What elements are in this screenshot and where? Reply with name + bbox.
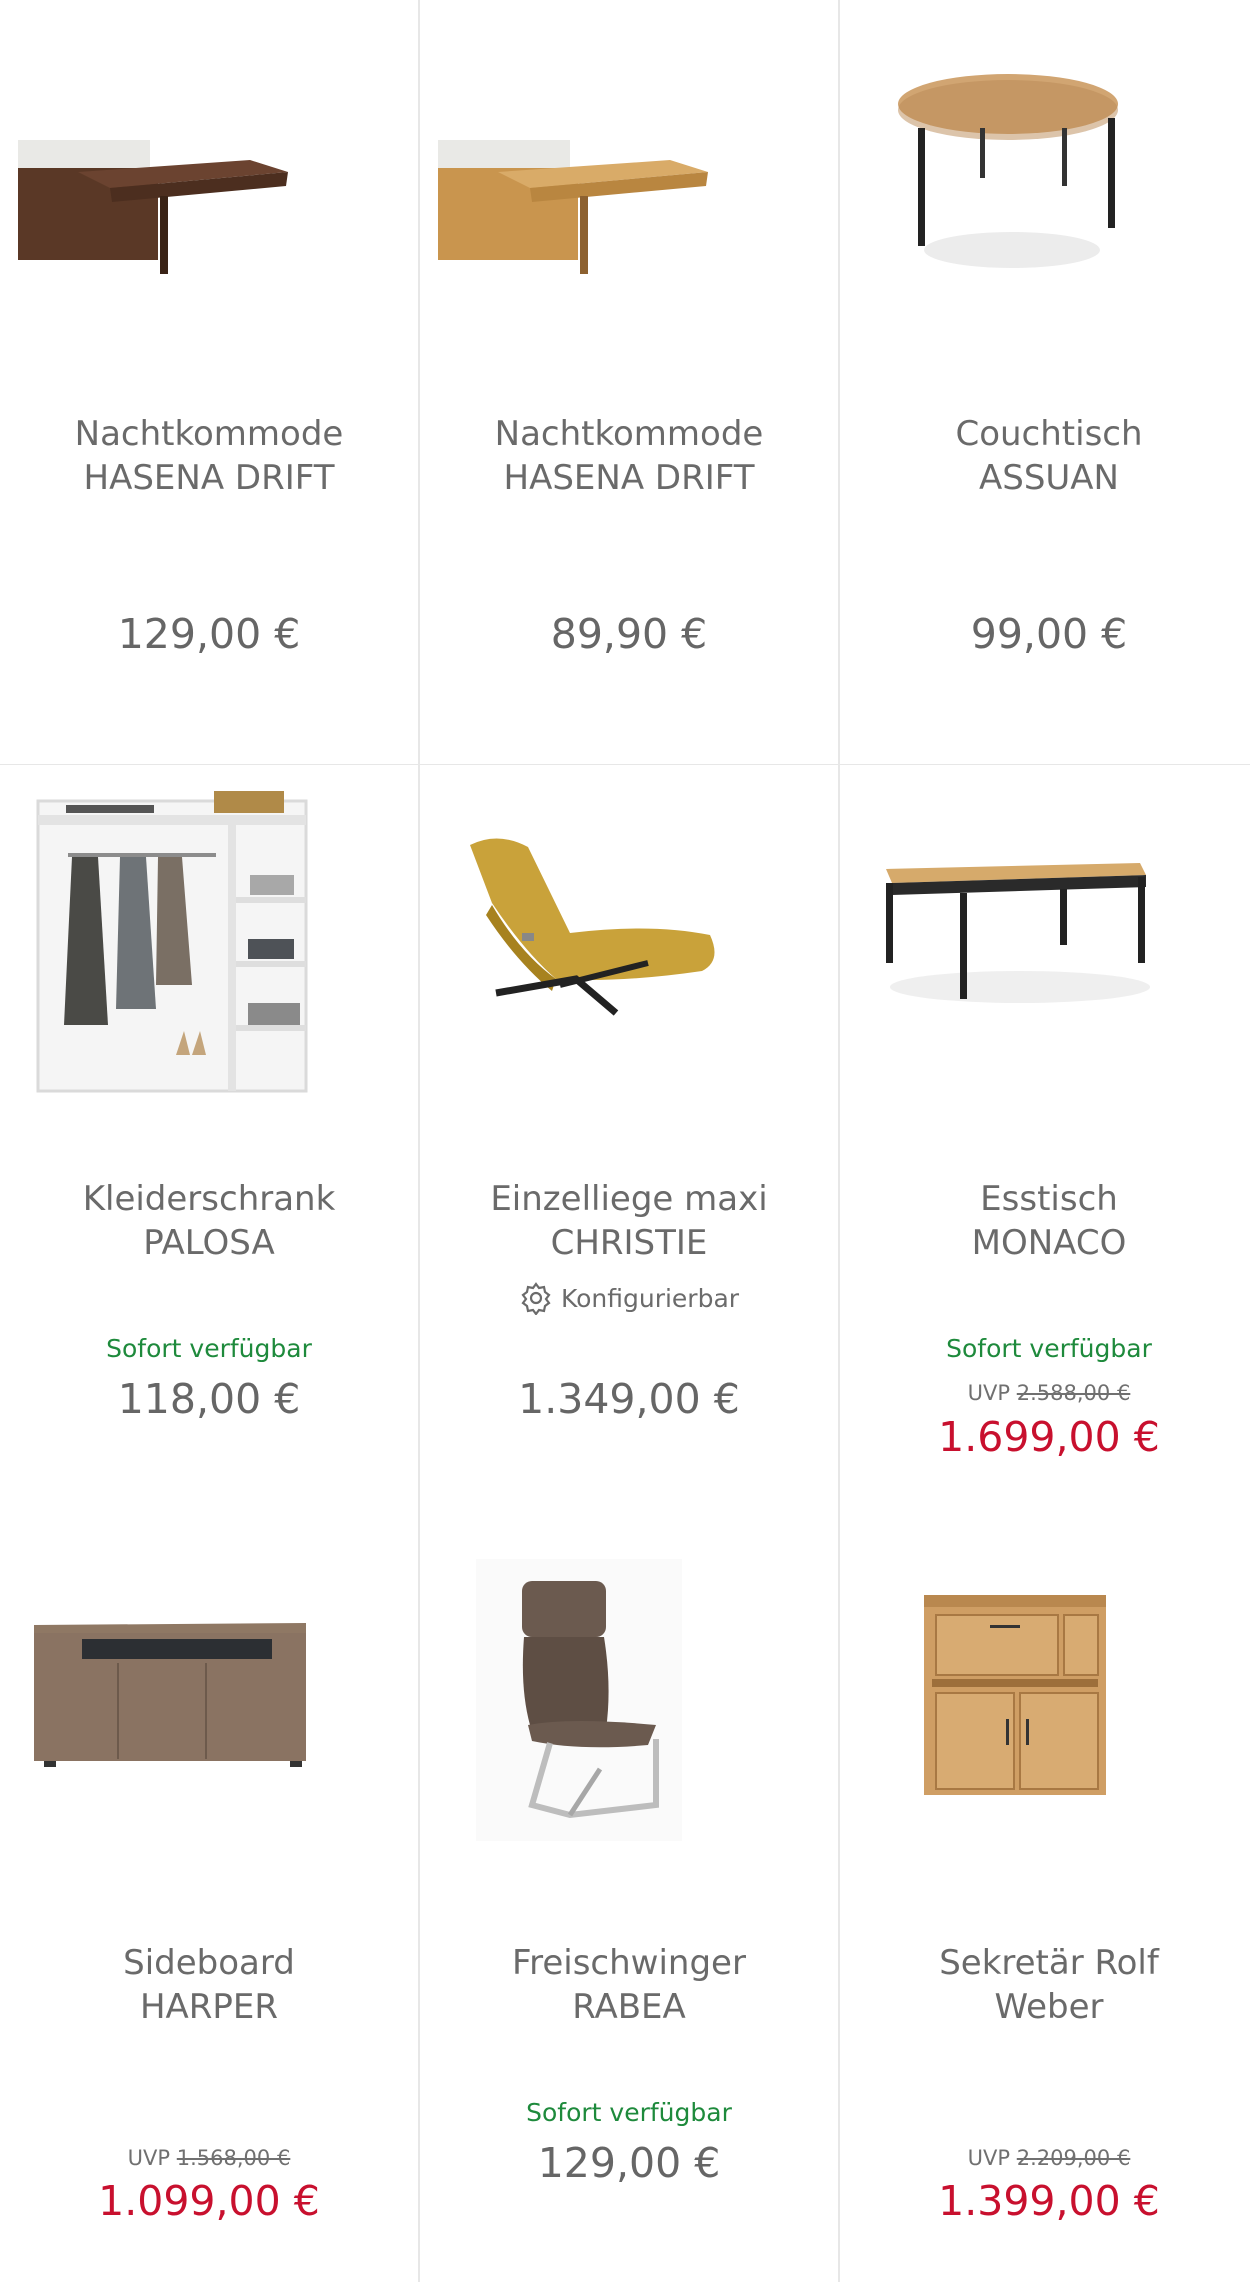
product-card[interactable]: Freischwinger RABEA Sofort verfügbar 129… [420,1529,838,2293]
product-title-line2: CHRISTIE [550,1223,708,1263]
product-price: 1.349,00 € [518,1375,740,1423]
product-price: 129,00 € [117,610,301,658]
availability-badge: Sofort verfügbar [946,1334,1152,1363]
product-title-line1: Freischwinger [512,1943,746,1983]
configurable-label[interactable]: Konfigurierbar [420,1281,838,1322]
product-title-line2: RABEA [572,1987,686,2027]
product-title[interactable]: Freischwinger RABEA [430,1941,828,2029]
uvp-value: 1.568,00 € [176,2146,291,2170]
product-grid: Nachtkommode HASENA DRIFT 129,00 € Nacht… [0,0,1250,2293]
availability-badge: Sofort verfügbar [106,1334,312,1363]
product-title-line1: Nachtkommode [74,414,344,454]
product-price: 1.099,00 € [98,2177,320,2225]
product-price: 118,00 € [117,1375,301,1423]
product-title[interactable]: Nachtkommode HASENA DRIFT [10,412,408,500]
product-price: 1.699,00 € [938,1413,1160,1461]
product-title[interactable]: Sideboard HARPER [10,1941,408,2029]
product-card[interactable]: Sekretär Rolf Weber UVP 2.209,00 € 1.399… [840,1529,1250,2293]
uvp-price: UVP 1.568,00 € [0,2146,418,2170]
secretary-desk-image[interactable] [840,1529,1250,1899]
product-title[interactable]: Esstisch MONACO [850,1177,1248,1265]
uvp-label: UVP [967,1381,1011,1405]
uvp-label: UVP [967,2146,1011,2170]
uvp-price: UVP 2.209,00 € [840,2146,1250,2170]
product-title-line1: Esstisch [980,1179,1118,1219]
product-title[interactable]: Nachtkommode HASENA DRIFT [430,412,828,500]
gear-icon [521,1282,551,1315]
product-title[interactable]: Couchtisch ASSUAN [850,412,1248,500]
uvp-value: 2.588,00 € [1016,1381,1131,1405]
product-price: 99,00 € [970,610,1128,658]
product-title-line1: Nachtkommode [494,414,764,454]
product-card[interactable]: Esstisch MONACO Sofort verfügbar UVP 2.5… [840,765,1250,1529]
product-title[interactable]: Kleiderschrank PALOSA [10,1177,408,1265]
sideboard-image[interactable] [0,1529,418,1899]
round-coffee-table-image[interactable] [840,0,1250,370]
product-card[interactable]: Sideboard HARPER UVP 1.568,00 € 1.099,00… [0,1529,418,2293]
product-price: 89,90 € [550,610,708,658]
product-title[interactable]: Sekretär Rolf Weber [850,1941,1248,2029]
product-title-line1: Sideboard [123,1943,295,1983]
configurable-text: Konfigurierbar [560,1283,740,1313]
uvp-price: UVP 2.588,00 € [840,1381,1250,1405]
uvp-label: UVP [127,2146,171,2170]
oak-nightstand-image[interactable] [420,0,838,370]
product-title-line2: MONACO [971,1223,1127,1263]
product-title-line1: Couchtisch [955,414,1143,454]
product-title-line2: ASSUAN [978,458,1119,498]
product-title-line2: HASENA DRIFT [503,458,755,498]
availability-badge: Sofort verfügbar [526,2098,732,2127]
product-title-line2: PALOSA [143,1223,275,1263]
product-title-line2: HARPER [139,1987,279,2027]
product-card[interactable]: Kleiderschrank PALOSA Sofort verfügbar 1… [0,765,418,1529]
product-title-line1: Einzelliege maxi [490,1179,768,1219]
product-title-line2: Weber [994,1987,1104,2027]
product-title-line1: Sekretär Rolf [939,1943,1159,1983]
product-price: 129,00 € [537,2139,721,2187]
product-title-line2: HASENA DRIFT [83,458,335,498]
product-card[interactable]: Couchtisch ASSUAN 99,00 € [840,0,1250,764]
lounge-chair-image[interactable] [420,765,838,1135]
product-card[interactable]: Einzelliege maxi CHRISTIE Konfigurierbar… [420,765,838,1529]
open-wardrobe-image[interactable] [0,765,418,1135]
product-title-line1: Kleiderschrank [82,1179,336,1219]
product-title[interactable]: Einzelliege maxi CHRISTIE [430,1177,828,1265]
product-card[interactable]: Nachtkommode HASENA DRIFT 89,90 € [420,0,838,764]
walnut-nightstand-image[interactable] [0,0,418,370]
product-price: 1.399,00 € [938,2177,1160,2225]
cantilever-chair-image[interactable] [420,1529,838,1899]
dining-table-image[interactable] [840,765,1250,1135]
uvp-value: 2.209,00 € [1016,2146,1131,2170]
product-card[interactable]: Nachtkommode HASENA DRIFT 129,00 € [0,0,418,764]
